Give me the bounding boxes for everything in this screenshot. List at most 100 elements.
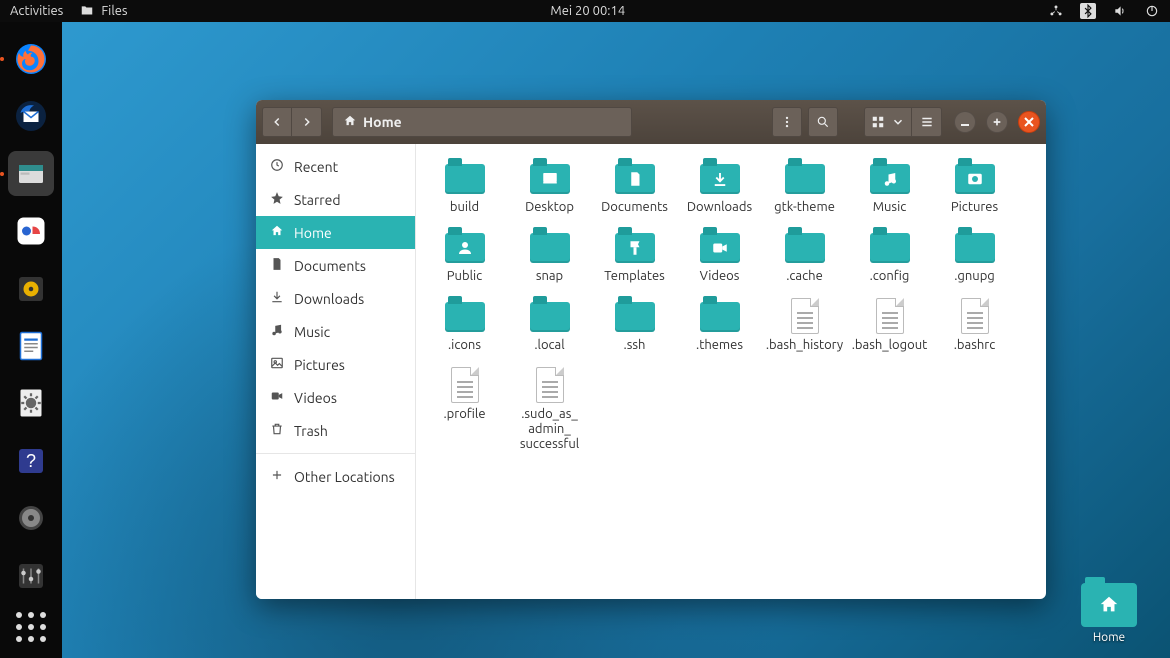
folder--ssh[interactable]: .ssh [592,292,677,353]
folder-music[interactable]: Music [847,154,932,215]
search-button[interactable] [808,107,838,137]
folder-icon [1081,583,1137,627]
sidebar-item-label: Videos [294,390,337,406]
file--sudo-as-admin-successful[interactable]: .sudo_​as_​admin_​successful [507,361,592,452]
view-switcher [864,107,942,137]
more-actions-button[interactable] [772,107,802,137]
item-label: .cache [786,269,823,284]
item-label: .profile [443,407,485,422]
file--bash-history[interactable]: .bash_​history [762,292,847,353]
sidebar-item-other-locations[interactable]: Other Locations [256,460,415,493]
folder-icon [445,164,485,194]
home-icon [343,114,357,131]
folder-icon [870,233,910,263]
folder-icon [870,164,910,194]
sidebar-item-documents[interactable]: Documents [256,249,415,282]
item-label: .gnupg [954,269,995,284]
item-label: Templates [604,269,665,284]
sidebar-item-label: Home [294,225,332,241]
item-label: Music [873,200,907,215]
dock-files[interactable] [8,151,54,196]
svg-text:?: ? [26,451,36,471]
item-label: snap [536,269,563,284]
file--bashrc[interactable]: .bashrc [932,292,1017,353]
minimize-button[interactable] [954,111,976,133]
item-label: build [450,200,479,215]
dock-software[interactable] [8,208,54,253]
dock-disk[interactable] [8,496,54,541]
forward-button[interactable] [292,107,322,137]
dock-writer[interactable] [8,323,54,368]
folder-pictures[interactable]: Pictures [932,154,1017,215]
folder-documents[interactable]: Documents [592,154,677,215]
show-applications-button[interactable] [8,605,54,650]
sidebar-item-downloads[interactable]: Downloads [256,282,415,315]
volume-icon[interactable] [1112,3,1128,19]
item-label: .bashrc [954,338,996,353]
folder--themes[interactable]: .themes [677,292,762,353]
folder-build[interactable]: build [422,154,507,215]
app-menu[interactable]: Files [79,3,127,19]
folder-icon [530,233,570,263]
sidebar-item-videos[interactable]: Videos [256,381,415,414]
folder-icon [700,164,740,194]
folder-downloads[interactable]: Downloads [677,154,762,215]
pathbar[interactable]: Home [332,107,632,137]
folder-gtk-theme[interactable]: gtk-theme [762,154,847,215]
file--profile[interactable]: .profile [422,361,507,452]
text-file-icon [876,298,904,334]
folder--cache[interactable]: .cache [762,223,847,284]
folder-public[interactable]: Public [422,223,507,284]
sidebar-item-pictures[interactable]: Pictures [256,348,415,381]
folder-icon [955,233,995,263]
text-file-icon [451,367,479,403]
desktop-home-folder[interactable]: Home [1072,583,1146,644]
folder-snap[interactable]: snap [507,223,592,284]
close-button[interactable] [1018,111,1040,133]
file-view[interactable]: build Desktop Documents Downloadsgtk-theme M… [416,144,1046,599]
folder--local[interactable]: .local [507,292,592,353]
sidebar-item-home[interactable]: Home [256,216,415,249]
dock-firefox[interactable] [8,36,54,81]
sidebar-item-label: Other Locations [294,469,395,485]
folder-desktop[interactable]: Desktop [507,154,592,215]
folder-icon [785,164,825,194]
dock-rhythmbox[interactable] [8,266,54,311]
app-menu-label: Files [101,4,127,18]
item-label: .sudo_​as_​admin_​successful [507,407,592,452]
dock-tweaks[interactable] [8,553,54,598]
home-icon [270,224,284,241]
item-label: .config [870,269,910,284]
text-file-icon [791,298,819,334]
dock-settings[interactable] [8,381,54,426]
back-button[interactable] [262,107,292,137]
item-label: Documents [601,200,668,215]
sidebar-item-starred[interactable]: Starred [256,183,415,216]
folder--icons[interactable]: .icons [422,292,507,353]
maximize-button[interactable] [986,111,1008,133]
icon-view-button[interactable] [864,107,912,137]
bluetooth-icon[interactable] [1080,3,1096,19]
file--bash-logout[interactable]: .bash_​logout [847,292,932,353]
document-icon [270,257,284,274]
item-label: Pictures [951,200,998,215]
sidebar-item-recent[interactable]: Recent [256,150,415,183]
folder-icon [615,233,655,263]
plus-icon [270,468,284,485]
clock[interactable]: Mei 20 00:14 [550,4,625,18]
folder--config[interactable]: .config [847,223,932,284]
sidebar-item-music[interactable]: Music [256,315,415,348]
activities-button[interactable]: Activities [10,4,63,18]
item-label: .bash_​history [766,338,843,353]
folder--gnupg[interactable]: .gnupg [932,223,1017,284]
dock-thunderbird[interactable] [8,93,54,138]
folder-videos[interactable]: Videos [677,223,762,284]
dock-help[interactable]: ? [8,438,54,483]
files-app-icon [79,3,95,19]
sidebar-item-trash[interactable]: Trash [256,414,415,447]
network-icon[interactable] [1048,3,1064,19]
power-icon[interactable] [1144,3,1160,19]
folder-templates[interactable]: Templates [592,223,677,284]
sidebar-item-label: Music [294,324,330,340]
hamburger-menu-button[interactable] [912,107,942,137]
